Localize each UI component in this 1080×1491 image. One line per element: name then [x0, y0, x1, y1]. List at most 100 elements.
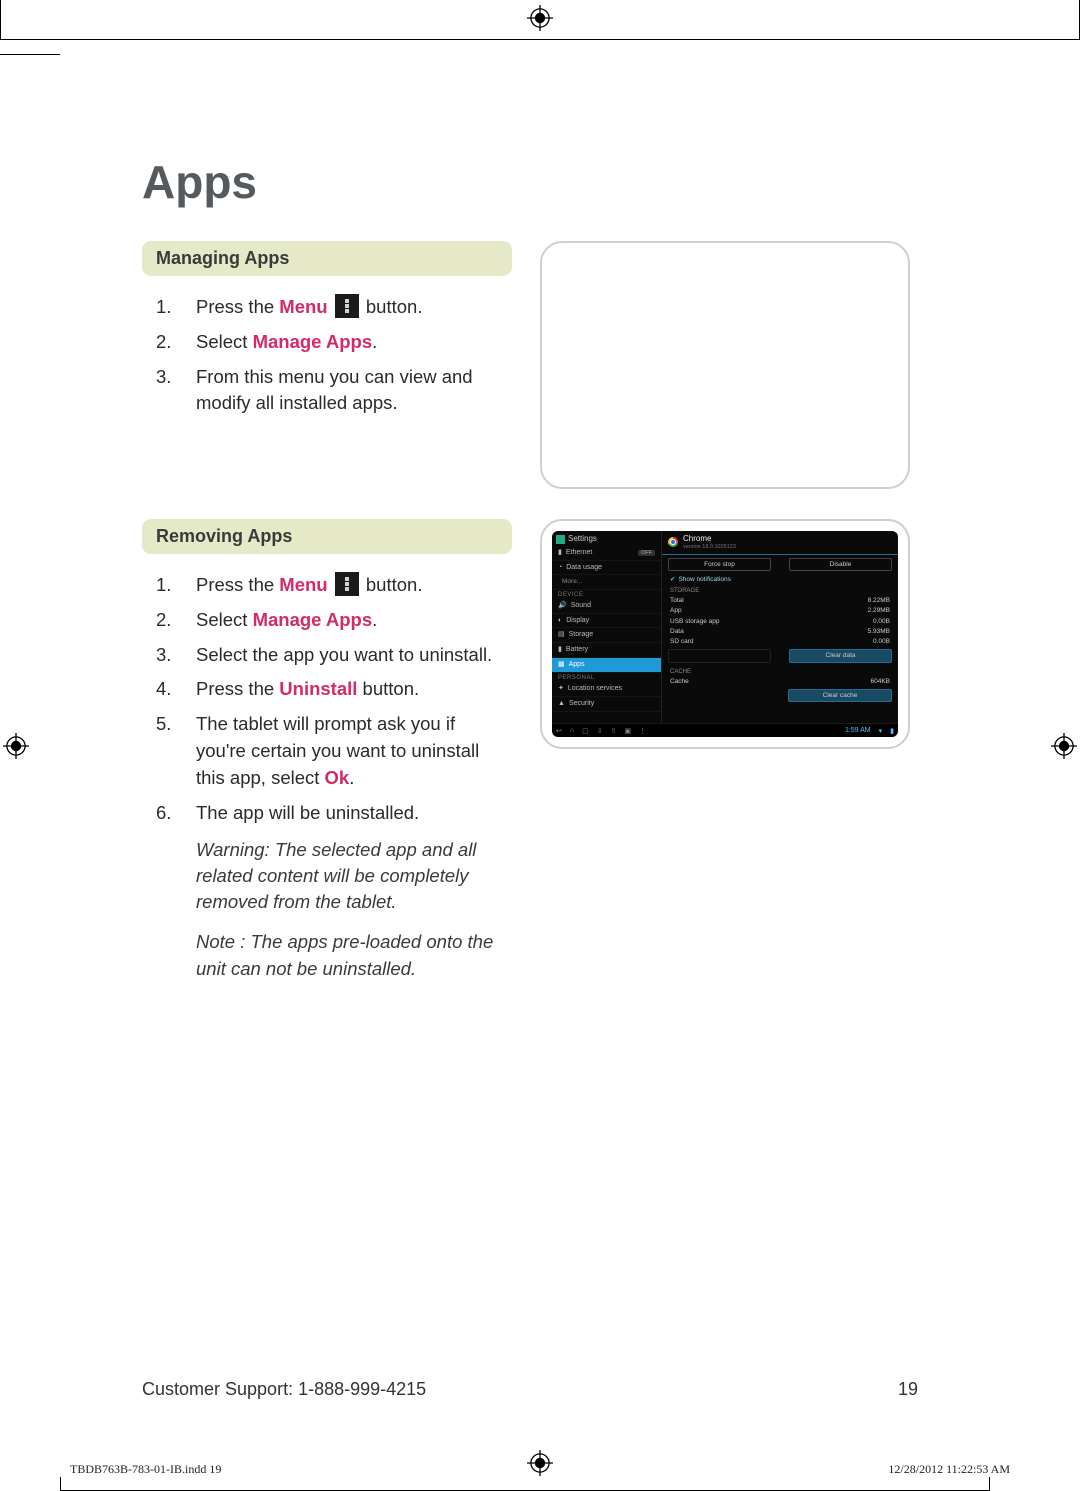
page-title: Apps [142, 155, 918, 209]
clear-data-button[interactable]: Clear data [789, 649, 892, 662]
step-text: Press the [196, 678, 279, 699]
step: The app will be uninstalled. [142, 800, 512, 827]
step-text: From this menu you can view and modify a… [196, 364, 512, 418]
indesign-slug: TBDB763B-783-01-IB.indd 19 12/28/2012 11… [70, 1462, 1010, 1477]
storage-row: Data5.93MB [662, 626, 898, 636]
app-name: Chrome [683, 535, 736, 544]
step: From this menu you can view and modify a… [142, 364, 512, 418]
crop-tick [0, 54, 60, 55]
wifi-icon: ▾ [879, 727, 883, 735]
step: The tablet will prompt ask you if you're… [142, 711, 512, 791]
page-footer: Customer Support: 1-888-999-4215 19 [142, 1379, 918, 1400]
step-text: button. [361, 296, 423, 317]
step: Select Manage Apps. [142, 329, 512, 356]
app-version: version 18.0.1025123 [683, 544, 736, 550]
step-text: The app will be uninstalled. [196, 800, 512, 827]
sidebar-item-sound[interactable]: 🔊Sound [552, 599, 661, 614]
step: Press the Menu button. [142, 294, 512, 321]
cache-row: Cache604KB [662, 676, 898, 686]
step-text: . [372, 331, 377, 352]
registration-mark-icon [526, 4, 554, 32]
storage-row: Total8.22MB [662, 596, 898, 606]
force-stop-button[interactable]: Force stop [668, 558, 771, 571]
notes: Warning: The selected app and all relate… [142, 837, 512, 982]
clear-cache-button[interactable]: Clear cache [788, 689, 892, 702]
removing-steps: Press the Menu button. Select Manage App… [142, 572, 512, 827]
registration-mark-icon [1050, 732, 1078, 760]
section-heading-removing: Removing Apps [142, 519, 512, 554]
storage-row: USB storage app0.00B [662, 616, 898, 626]
sidebar-item-battery[interactable]: ▮Battery [552, 643, 661, 658]
screenshot-frame: Settings ▮EthernetOFF ◔Data usage More..… [540, 519, 910, 749]
step-text: Press the [196, 574, 279, 595]
crop-tick [60, 1477, 61, 1491]
storage-label: STORAGE [662, 585, 898, 596]
cache-label: CACHE [662, 666, 898, 677]
indd-timestamp: 12/28/2012 11:22:53 AM [888, 1462, 1010, 1477]
step-text: button. [357, 678, 419, 699]
menu-icon [335, 294, 359, 318]
clock: 1:59 AM [845, 727, 871, 734]
settings-title: Settings [552, 533, 661, 546]
sidebar-item-security[interactable]: ▲Security [552, 697, 661, 712]
sidebar-item-ethernet[interactable]: ▮EthernetOFF [552, 546, 661, 561]
chrome-icon [668, 537, 678, 547]
indd-file: TBDB763B-783-01-IB.indd 19 [70, 1462, 221, 1477]
step: Press the Uninstall button. [142, 676, 512, 703]
removing-apps-section: Removing Apps Press the Menu button. Sel… [142, 519, 512, 996]
sidebar-item-display[interactable]: ◐Display [552, 614, 661, 629]
sidebar-item-apps[interactable]: ▦Apps [552, 658, 661, 673]
step-text: . [372, 609, 377, 630]
page-content: Apps Managing Apps Press the Menu button… [62, 55, 988, 1446]
info-note: Note : The apps pre-loaded onto the unit… [196, 929, 506, 982]
screenshot-icon[interactable]: ▣ [624, 727, 631, 735]
settings-sidebar: Settings ▮EthernetOFF ◔Data usage More..… [552, 531, 662, 723]
vol-up-icon[interactable]: ⇧ [611, 727, 617, 735]
sidebar-item-more[interactable]: More... [552, 575, 661, 589]
section-heading-managing: Managing Apps [142, 241, 512, 276]
screenshot-placeholder [540, 241, 910, 489]
warning-note: Warning: The selected app and all relate… [196, 837, 506, 916]
highlight: Uninstall [279, 678, 357, 699]
home-icon[interactable]: ⌂ [570, 727, 574, 734]
highlight: Menu [279, 574, 327, 595]
app-detail-pane: Chrome version 18.0.1025123 Force stop D… [662, 531, 898, 723]
step-text: Select the app you want to uninstall. [196, 642, 512, 669]
android-navbar: ↩ ⌂ ▢ ⇩ ⇧ ▣ ⋮ 1:59 AM ▾ ▮ [552, 723, 898, 737]
step: Select Manage Apps. [142, 607, 512, 634]
step: Press the Menu button. [142, 572, 512, 599]
move-button [668, 649, 771, 662]
battery-icon: ▮ [890, 727, 894, 735]
storage-row: SD card0.00B [662, 636, 898, 646]
highlight: Ok [325, 767, 350, 788]
step-text: Press the [196, 296, 279, 317]
step-text: . [349, 767, 354, 788]
page-number: 19 [898, 1379, 918, 1400]
highlight: Menu [279, 296, 327, 317]
registration-mark-icon [2, 732, 30, 760]
step-text: Select [196, 609, 253, 630]
sidebar-item-storage[interactable]: ▤Storage [552, 628, 661, 643]
vol-down-icon[interactable]: ⇩ [597, 727, 603, 735]
sidebar-item-data-usage[interactable]: ◔Data usage [552, 561, 661, 576]
highlight: Manage Apps [253, 609, 373, 630]
managing-apps-section: Managing Apps Press the Menu button. Sel… [142, 241, 512, 489]
recent-icon[interactable]: ▢ [582, 727, 589, 735]
managing-steps: Press the Menu button. Select Manage App… [142, 294, 512, 417]
crop-tick [989, 1477, 990, 1491]
menu-dots-icon[interactable]: ⋮ [639, 727, 646, 735]
sidebar-item-location[interactable]: ✦Location services [552, 682, 661, 697]
step-text: Select [196, 331, 253, 352]
support-text: Customer Support: 1-888-999-4215 [142, 1379, 426, 1400]
menu-icon [335, 572, 359, 596]
storage-row: App2.29MB [662, 606, 898, 616]
step-text: button. [361, 574, 423, 595]
step: Select the app you want to uninstall. [142, 642, 512, 669]
disable-button[interactable]: Disable [789, 558, 892, 571]
sidebar-group-device: DEVICE [552, 590, 661, 600]
tablet-screenshot: Settings ▮EthernetOFF ◔Data usage More..… [552, 531, 898, 737]
back-icon[interactable]: ↩ [556, 727, 562, 735]
highlight: Manage Apps [253, 331, 373, 352]
show-notifications-checkbox[interactable]: ✔Show notifications [662, 574, 898, 585]
sidebar-group-personal: PERSONAL [552, 673, 661, 683]
